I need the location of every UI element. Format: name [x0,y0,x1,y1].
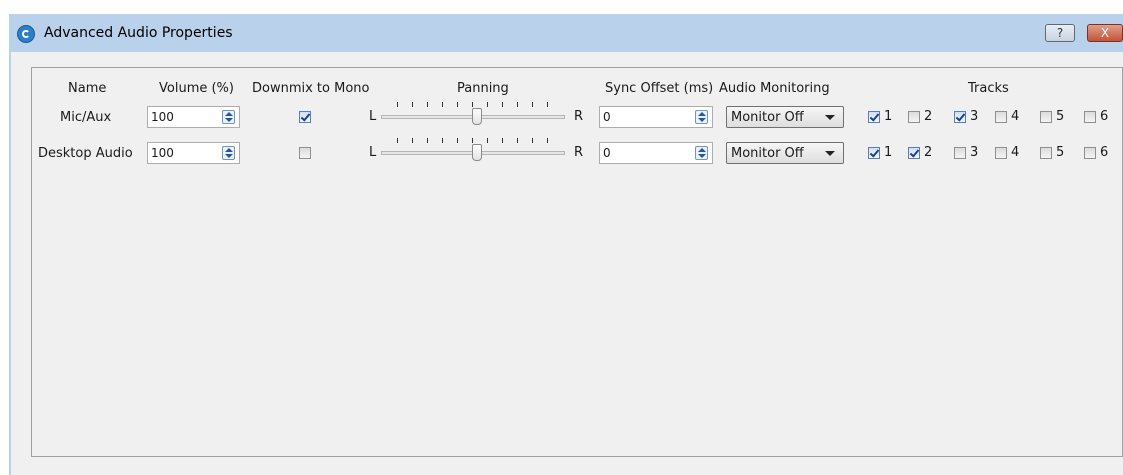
spin-arrows-icon[interactable] [695,110,708,124]
dialog-window: Advanced Audio Properties ? X Name Volum… [9,14,1123,475]
title-bar[interactable]: Advanced Audio Properties ? X [9,14,1123,52]
header-downmix: Downmix to Mono [252,81,370,96]
track-checkbox[interactable] [908,147,920,159]
slider-tick [532,102,533,107]
panning-slider[interactable]: LR [369,138,584,164]
track-checkbox[interactable] [1040,111,1052,123]
slider-tick [487,138,488,143]
spin-arrows-icon[interactable] [695,146,708,160]
header-panning: Panning [457,81,509,96]
slider-tick [457,102,458,107]
source-name: Mic/Aux [60,110,112,125]
header-audio-monitoring: Audio Monitoring [719,81,830,96]
track-label: 5 [1056,109,1065,124]
monitoring-value: Monitor Off [731,146,804,161]
slider-tick [502,102,503,107]
slider-ticks [379,138,559,144]
sync-offset-spinbox[interactable]: 0 [599,106,713,128]
track-label: 6 [1100,145,1109,160]
track-checkbox[interactable] [868,147,880,159]
sync-offset-value: 0 [603,146,611,160]
dialog-client-area: Name Volume (%) Downmix to Mono Panning … [11,52,1123,475]
header-tracks: Tracks [968,81,1009,96]
slider-tick [517,138,518,143]
track-checkbox[interactable] [868,111,880,123]
spin-arrows-icon[interactable] [222,110,235,124]
track-label: 3 [970,109,979,124]
track-label: 2 [924,109,933,124]
slider-tick [412,102,413,107]
help-button[interactable]: ? [1045,24,1075,42]
track-label: 5 [1056,145,1065,160]
sync-offset-spinbox[interactable]: 0 [599,142,713,164]
close-button[interactable]: X [1087,24,1123,42]
spin-arrows-icon[interactable] [222,146,235,160]
source-name: Desktop Audio [38,146,133,161]
chevron-down-icon [825,115,835,120]
slider-tick [457,138,458,143]
pan-right-label: R [574,145,584,160]
sync-offset-value: 0 [603,110,611,124]
slider-tick [517,102,518,107]
track-label: 6 [1100,109,1109,124]
track-checkbox[interactable] [954,147,966,159]
panning-slider[interactable]: LR [369,102,584,128]
slider-tick [397,138,398,143]
slider-tick [412,138,413,143]
track-checkbox[interactable] [1040,147,1052,159]
slider-tick [487,102,488,107]
track-label: 1 [884,109,893,124]
track-checkbox[interactable] [1084,147,1096,159]
track-checkbox[interactable] [1084,111,1096,123]
track-checkbox[interactable] [954,111,966,123]
track-checkbox[interactable] [995,147,1007,159]
audio-monitoring-dropdown[interactable]: Monitor Off [726,142,844,164]
volume-spinbox[interactable]: 100 [147,142,240,164]
slider-tick [472,138,473,143]
track-label: 4 [1011,109,1020,124]
slider-tick [397,102,398,107]
slider-handle[interactable] [472,108,482,125]
volume-value: 100 [151,110,174,124]
volume-spinbox[interactable]: 100 [147,106,240,128]
audio-monitoring-dropdown[interactable]: Monitor Off [726,106,844,128]
audio-sources-panel: Name Volume (%) Downmix to Mono Panning … [31,67,1123,457]
slider-tick [427,138,428,143]
window-title: Advanced Audio Properties [44,25,233,41]
slider-tick [547,102,548,107]
slider-ticks [379,102,559,108]
monitoring-value: Monitor Off [731,110,804,125]
slider-tick [547,138,548,143]
slider-handle[interactable] [472,144,482,161]
slider-tick [502,138,503,143]
downmix-checkbox[interactable] [299,147,311,159]
track-label: 1 [884,145,893,160]
header-sync-offset: Sync Offset (ms) [605,81,714,96]
slider-tick [427,102,428,107]
pan-right-label: R [574,109,584,124]
track-label: 4 [1011,145,1020,160]
track-label: 3 [970,145,979,160]
track-checkbox[interactable] [908,111,920,123]
track-checkbox[interactable] [995,111,1007,123]
obs-logo-icon [17,25,35,43]
header-name: Name [68,81,107,96]
downmix-checkbox[interactable] [299,111,311,123]
pan-left-label: L [369,145,377,160]
header-volume: Volume (%) [159,81,234,96]
slider-tick [472,102,473,107]
slider-tick [442,102,443,107]
track-label: 2 [924,145,933,160]
chevron-down-icon [825,151,835,156]
volume-value: 100 [151,146,174,160]
slider-tick [532,138,533,143]
slider-tick [442,138,443,143]
pan-left-label: L [369,109,377,124]
